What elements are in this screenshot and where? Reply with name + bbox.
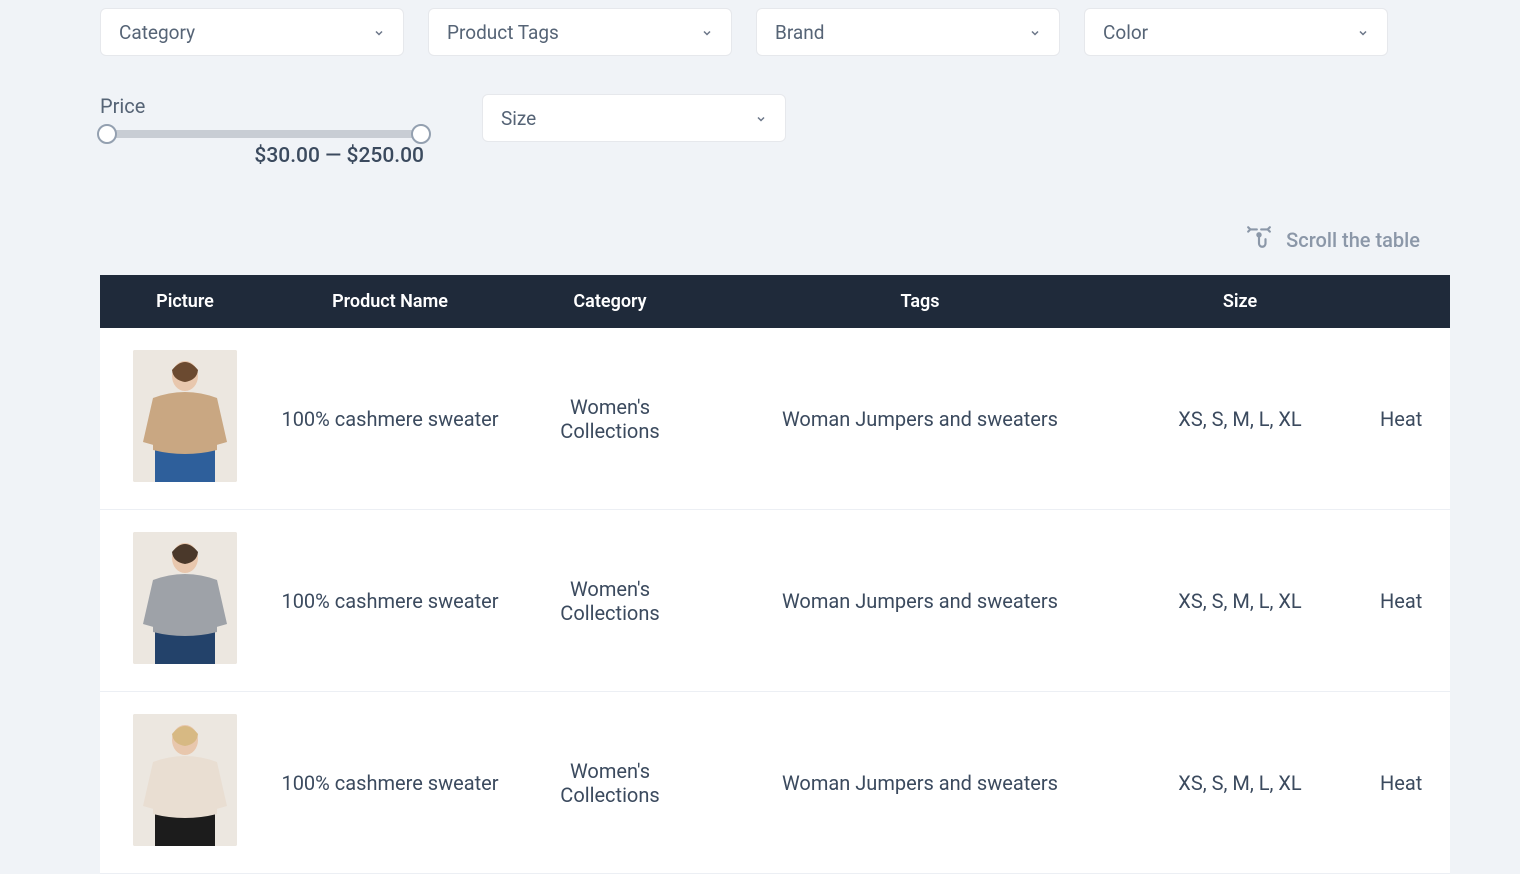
color-select[interactable]: Color bbox=[1084, 8, 1388, 56]
th-category: Category bbox=[510, 275, 710, 328]
product-tags-select[interactable]: Product Tags bbox=[428, 8, 732, 56]
th-extra bbox=[1350, 275, 1450, 328]
chevron-down-icon bbox=[1357, 21, 1369, 44]
table-row: 100% cashmere sweater Women's Collection… bbox=[100, 328, 1450, 510]
product-tags-select-label: Product Tags bbox=[447, 21, 559, 44]
th-tags: Tags bbox=[710, 275, 1130, 328]
price-filter: Price $30.00 — $250.00 bbox=[100, 94, 428, 168]
cell-product-name[interactable]: 100% cashmere sweater bbox=[270, 510, 510, 692]
chevron-down-icon bbox=[1029, 21, 1041, 44]
cell-extra: Heat bbox=[1350, 328, 1450, 510]
cell-category: Women's Collections bbox=[510, 692, 710, 874]
cell-category: Women's Collections bbox=[510, 510, 710, 692]
price-slider[interactable] bbox=[100, 130, 428, 138]
table-header-row: Picture Product Name Category Tags Size bbox=[100, 275, 1450, 328]
brand-select-label: Brand bbox=[775, 21, 824, 44]
color-select-label: Color bbox=[1103, 21, 1148, 44]
chevron-down-icon bbox=[755, 107, 767, 130]
cell-size: XS, S, M, L, XL bbox=[1130, 692, 1350, 874]
size-select[interactable]: Size bbox=[482, 94, 786, 142]
cell-tags: Woman Jumpers and sweaters bbox=[710, 692, 1130, 874]
product-thumbnail[interactable] bbox=[133, 714, 237, 846]
swipe-icon bbox=[1246, 224, 1272, 255]
table-row: 100% cashmere sweater Women's Collection… bbox=[100, 692, 1450, 874]
price-range-text: $30.00 — $250.00 bbox=[100, 144, 428, 168]
category-select[interactable]: Category bbox=[100, 8, 404, 56]
cell-category: Women's Collections bbox=[510, 328, 710, 510]
cell-size: XS, S, M, L, XL bbox=[1130, 510, 1350, 692]
th-product-name: Product Name bbox=[270, 275, 510, 328]
cell-product-name[interactable]: 100% cashmere sweater bbox=[270, 692, 510, 874]
category-select-label: Category bbox=[119, 21, 195, 44]
size-select-label: Size bbox=[501, 107, 536, 130]
cell-tags: Woman Jumpers and sweaters bbox=[710, 328, 1130, 510]
cell-picture bbox=[100, 328, 270, 510]
chevron-down-icon bbox=[373, 21, 385, 44]
cell-picture bbox=[100, 692, 270, 874]
scroll-hint: Scroll the table bbox=[100, 224, 1420, 255]
chevron-down-icon bbox=[701, 21, 713, 44]
cell-product-name[interactable]: 100% cashmere sweater bbox=[270, 328, 510, 510]
scroll-hint-text: Scroll the table bbox=[1286, 228, 1420, 252]
product-thumbnail[interactable] bbox=[133, 532, 237, 664]
cell-tags: Woman Jumpers and sweaters bbox=[710, 510, 1130, 692]
products-table: Picture Product Name Category Tags Size … bbox=[100, 275, 1450, 874]
th-picture: Picture bbox=[100, 275, 270, 328]
product-thumbnail[interactable] bbox=[133, 350, 237, 482]
table-row: 100% cashmere sweater Women's Collection… bbox=[100, 510, 1450, 692]
brand-select[interactable]: Brand bbox=[756, 8, 1060, 56]
price-label: Price bbox=[100, 94, 428, 118]
cell-size: XS, S, M, L, XL bbox=[1130, 328, 1350, 510]
th-size: Size bbox=[1130, 275, 1350, 328]
price-slider-handle-min[interactable] bbox=[97, 124, 117, 144]
price-slider-handle-max[interactable] bbox=[411, 124, 431, 144]
cell-extra: Heat bbox=[1350, 692, 1450, 874]
cell-picture bbox=[100, 510, 270, 692]
cell-extra: Heat bbox=[1350, 510, 1450, 692]
